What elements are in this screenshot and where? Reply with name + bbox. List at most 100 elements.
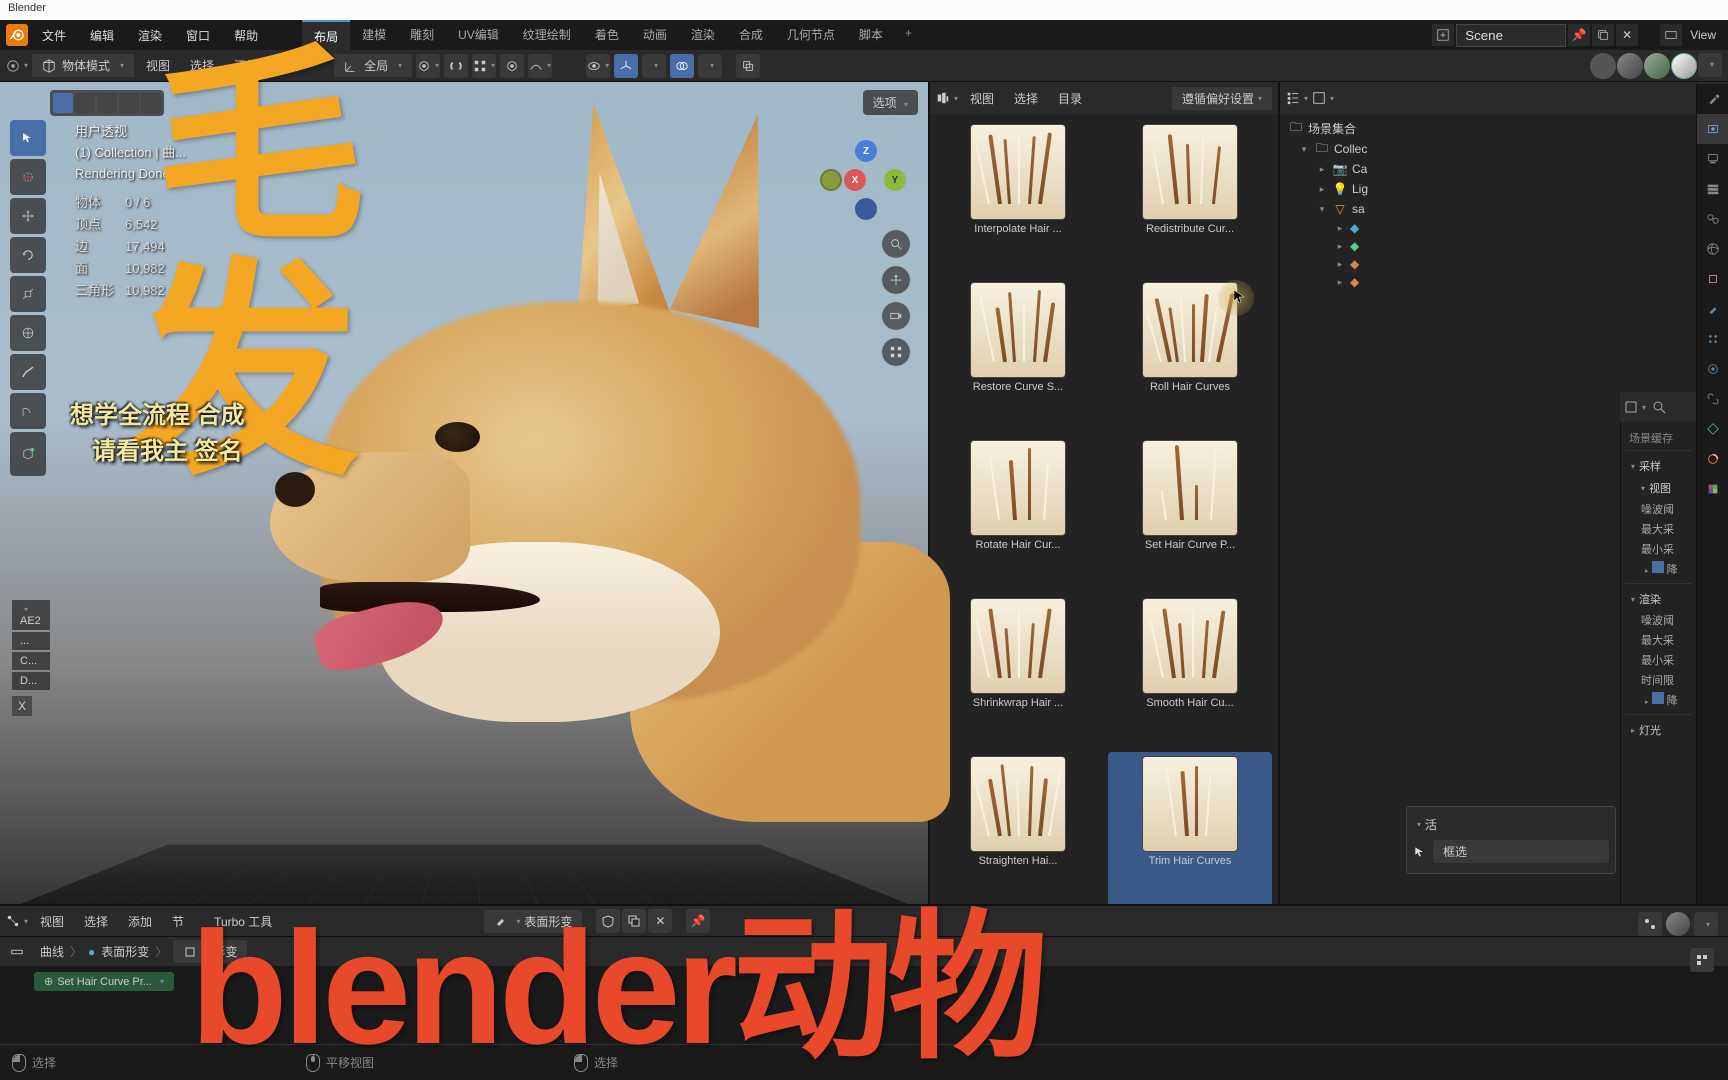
outliner-collection[interactable]: ▾ 🗀 Collec <box>1284 139 1724 159</box>
asset-item[interactable]: Set Hair Curve P... <box>1108 436 1272 590</box>
outliner-sub3[interactable]: ▸◆ <box>1284 255 1724 273</box>
persp-ortho-icon[interactable] <box>882 338 910 366</box>
outliner-sub1[interactable]: ▸◆ <box>1284 219 1724 237</box>
npanel-item4[interactable]: D... <box>12 672 50 690</box>
axis-x[interactable]: X <box>844 169 866 191</box>
visibility-icon[interactable]: ▾ <box>586 54 610 78</box>
right-chev-icon[interactable]: ▾ <box>1694 912 1718 936</box>
tool-scale[interactable] <box>10 276 46 312</box>
shading-matpreview-icon[interactable] <box>1644 53 1670 79</box>
right-opts2-icon[interactable] <box>1690 948 1714 972</box>
crumb-surfdeform[interactable]: 表面形变 <box>101 943 149 960</box>
mode-selector[interactable]: 物体模式▾ <box>32 54 134 77</box>
outliner-sub2[interactable]: ▸◆ <box>1284 237 1724 255</box>
asset-item[interactable]: Smooth Hair Cu... <box>1108 594 1272 748</box>
asset-item[interactable]: Roll Hair Curves <box>1108 278 1272 432</box>
zoom-icon[interactable] <box>882 230 910 258</box>
prop-tab-material[interactable] <box>1697 444 1728 474</box>
shading-solid-icon[interactable] <box>1617 53 1643 79</box>
menu-edit[interactable]: 编辑 <box>80 23 124 48</box>
select-mode-4[interactable] <box>119 93 139 113</box>
vp-menu-add[interactable]: 添加 <box>226 53 266 78</box>
crumb-curves[interactable]: 曲线 <box>40 943 64 960</box>
outliner-display-mode-icon[interactable]: ▾ <box>1312 87 1334 109</box>
axis-z[interactable]: Z <box>855 140 877 162</box>
btm-menu-add[interactable]: 添加 <box>120 909 160 934</box>
shield-icon[interactable] <box>596 909 620 933</box>
tool-rotate[interactable] <box>10 237 46 273</box>
right-opts-icon[interactable] <box>1638 912 1662 936</box>
select-mode-5[interactable] <box>141 93 161 113</box>
axis-neg-x[interactable] <box>820 169 842 191</box>
asset-menu-select[interactable]: 选择 <box>1006 86 1046 111</box>
outliner-scene-collection[interactable]: 🗀 场景集合 <box>1284 118 1724 139</box>
overlay-toggle-icon[interactable] <box>670 54 694 78</box>
prop-tab-output[interactable] <box>1697 144 1728 174</box>
menu-window[interactable]: 窗口 <box>176 23 220 48</box>
snap-toggle-icon[interactable] <box>444 54 468 78</box>
delete-scene-icon[interactable]: ✕ <box>1616 24 1638 46</box>
pivot-point-icon[interactable]: ▾ <box>416 54 440 78</box>
prop-tab-viewlayer[interactable] <box>1697 174 1728 204</box>
npanel-close[interactable]: X <box>12 696 32 716</box>
menu-help[interactable]: 帮助 <box>224 23 268 48</box>
npanel-ae2[interactable]: ▾ AE2 <box>12 600 50 630</box>
axis-y[interactable]: Y <box>884 169 906 191</box>
set-hair-curve-button[interactable]: ⊕Set Hair Curve Pr...▾ <box>34 972 174 991</box>
geonodes-editor-icon[interactable]: ▾ <box>6 910 28 932</box>
editor-type-icon[interactable]: ▾ <box>6 55 28 77</box>
tool-move[interactable] <box>10 198 46 234</box>
camera-view-icon[interactable] <box>882 302 910 330</box>
checkbox-icon[interactable] <box>1652 561 1664 573</box>
outliner-mesh[interactable]: ▾ ▽ sa <box>1284 199 1724 219</box>
ws-tab-anim[interactable]: 动画 <box>631 20 679 51</box>
ws-tab-comp[interactable]: 合成 <box>727 20 775 51</box>
btm-menu-node[interactable]: 节 <box>164 909 192 934</box>
active-tool-mode-selector[interactable]: 框选 <box>1433 840 1609 863</box>
prop-tab-particles[interactable] <box>1697 324 1728 354</box>
breadcrumb-editor-icon[interactable] <box>6 941 28 963</box>
asset-item[interactable]: Rotate Hair Cur... <box>936 436 1100 590</box>
ws-tab-layout[interactable]: 布局 <box>302 20 350 51</box>
prop-tab-scene[interactable] <box>1697 204 1728 234</box>
prop-tab-modifier[interactable] <box>1697 294 1728 324</box>
search-icon[interactable] <box>1648 396 1670 418</box>
asset-menu-view[interactable]: 视图 <box>962 86 1002 111</box>
ws-tab-sculpt[interactable]: 雕刻 <box>398 20 446 51</box>
props-pin-icon[interactable]: ▾ <box>1624 396 1646 418</box>
prop-tab-physics[interactable] <box>1697 354 1728 384</box>
vp-menu-view[interactable]: 视图 <box>138 53 178 78</box>
asset-item[interactable]: Straighten Hai... <box>936 752 1100 906</box>
menu-render[interactable]: 渲染 <box>128 23 172 48</box>
pin-scene-icon[interactable]: 📌 <box>1568 24 1590 46</box>
asset-item[interactable]: Redistribute Cur... <box>1108 120 1272 274</box>
vp-menu-select[interactable]: 选择 <box>182 53 222 78</box>
3d-viewport[interactable]: 用户透视 (1) Collection | 曲... Rendering Don… <box>0 82 930 912</box>
npanel-item2[interactable]: ... <box>12 632 50 650</box>
tool-annotate[interactable] <box>10 354 46 390</box>
viewlayer-browse-icon[interactable] <box>1660 24 1682 46</box>
ws-tab-texpaint[interactable]: 纹理绘制 <box>511 20 583 51</box>
scene-browse-icon[interactable] <box>1432 24 1454 46</box>
outliner-editor-type-icon[interactable]: ▾ <box>1286 87 1308 109</box>
pan-icon[interactable] <box>882 266 910 294</box>
menu-file[interactable]: 文件 <box>32 23 76 48</box>
nav-gizmo[interactable]: Z X Y <box>826 140 906 220</box>
prop-edit-icon[interactable] <box>500 54 524 78</box>
right-big-icon[interactable] <box>1666 912 1690 936</box>
btm-menu-view[interactable]: 视图 <box>32 909 72 934</box>
npanel-item3[interactable]: C... <box>12 652 50 670</box>
vp-menu-object[interactable]: 物体 <box>270 53 310 78</box>
props-section-sampling[interactable]: ▾采样 ▾视图 噪波阈 最大采 最小采 ▸ 降 <box>1625 450 1692 583</box>
asset-item[interactable]: Restore Curve S... <box>936 278 1100 432</box>
tool-select-box[interactable] <box>10 120 46 156</box>
new-scene-icon[interactable] <box>1592 24 1614 46</box>
snap-type-icon[interactable]: ▾ <box>472 54 496 78</box>
axis-neg-z[interactable] <box>855 198 877 220</box>
select-mode-2[interactable] <box>75 93 95 113</box>
prop-tab-render[interactable] <box>1697 114 1728 144</box>
ws-tab-shading[interactable]: 着色 <box>583 20 631 51</box>
shading-opts-icon[interactable]: ▾ <box>1698 53 1722 77</box>
ws-tab-render[interactable]: 渲染 <box>679 20 727 51</box>
overlay-opts-icon[interactable]: ▾ <box>698 54 722 78</box>
